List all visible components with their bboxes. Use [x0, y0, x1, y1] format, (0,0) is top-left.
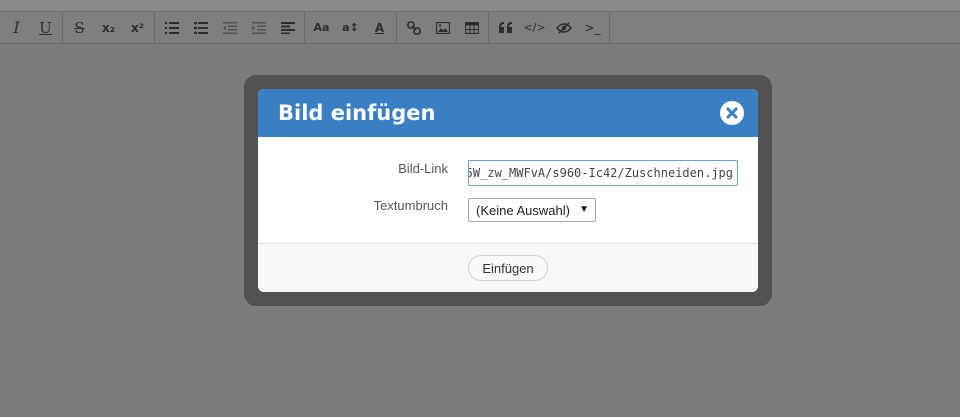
blockquote-icon [498, 21, 512, 33]
outdent-button[interactable] [215, 12, 244, 44]
toolbar-group-misc: </> >_ [489, 12, 610, 43]
unordered-list-icon [193, 21, 208, 34]
link-button[interactable] [399, 12, 428, 44]
insert-button[interactable]: Einfügen [468, 255, 548, 281]
code-button[interactable]: </> [520, 12, 549, 44]
insert-image-dialog: Bild einfügen Bild-Link /5W_zw_MWFvA/s96… [258, 89, 758, 292]
align-icon [280, 21, 295, 34]
dialog-body: Bild-Link /5W_zw_MWFvA/s960-Ic42/Zuschne… [258, 137, 758, 244]
outdent-icon [222, 21, 237, 34]
close-button[interactable] [720, 101, 744, 125]
modal-backdrop-frame: Bild einfügen Bild-Link /5W_zw_MWFvA/s96… [244, 75, 772, 306]
image-link-value: /5W_zw_MWFvA/s960-Ic42/Zuschneiden.jpg [468, 166, 733, 180]
image-link-input[interactable]: /5W_zw_MWFvA/s960-Ic42/Zuschneiden.jpg [468, 160, 738, 186]
image-icon [435, 21, 450, 34]
text-wrap-label: Textumbruch [373, 198, 448, 213]
ordered-list-icon [164, 21, 179, 34]
toolbar-group-lists [155, 12, 305, 43]
toolbar-group-script: S x₂ x² [63, 12, 155, 43]
unordered-list-button[interactable] [186, 12, 215, 44]
font-color-button[interactable]: A [365, 12, 394, 44]
preview-button[interactable] [549, 12, 578, 44]
dialog-header: Bild einfügen [258, 89, 758, 137]
line-height-button[interactable]: a↕ [336, 12, 365, 44]
window-top-edge [0, 0, 960, 12]
blockquote-button[interactable] [491, 12, 520, 44]
italic-button[interactable]: I [2, 12, 31, 44]
dropdown-arrow-icon: ▼ [579, 204, 589, 215]
toolbar-group-font: Aa a↕ A [305, 12, 397, 43]
preview-icon [555, 21, 572, 34]
ordered-list-button[interactable] [157, 12, 186, 44]
underline-button[interactable]: U [31, 12, 60, 44]
indent-button[interactable] [244, 12, 273, 44]
strikethrough-button[interactable]: S [65, 12, 94, 44]
text-wrap-selected-value: (Keine Auswahl) [476, 202, 570, 218]
subscript-button[interactable]: x₂ [94, 12, 123, 44]
font-size-button[interactable]: Aa [307, 12, 336, 44]
table-icon [464, 21, 479, 34]
indent-icon [251, 21, 266, 34]
align-button[interactable] [273, 12, 302, 44]
text-wrap-select[interactable]: (Keine Auswahl) ▼ [468, 198, 596, 222]
link-icon [406, 20, 421, 35]
toolbar-group-insert [397, 12, 489, 43]
toolbar-group-text: I U [0, 12, 63, 43]
close-icon [726, 107, 738, 119]
table-button[interactable] [457, 12, 486, 44]
superscript-button[interactable]: x² [123, 12, 152, 44]
editor-toolbar: I U S x₂ x² Aa a↕ A </> >_ [0, 12, 960, 44]
image-link-label: Bild-Link [398, 161, 448, 176]
dialog-title: Bild einfügen [278, 101, 436, 125]
image-button[interactable] [428, 12, 457, 44]
dialog-footer: Einfügen [258, 244, 758, 292]
terminal-button[interactable]: >_ [578, 12, 607, 44]
